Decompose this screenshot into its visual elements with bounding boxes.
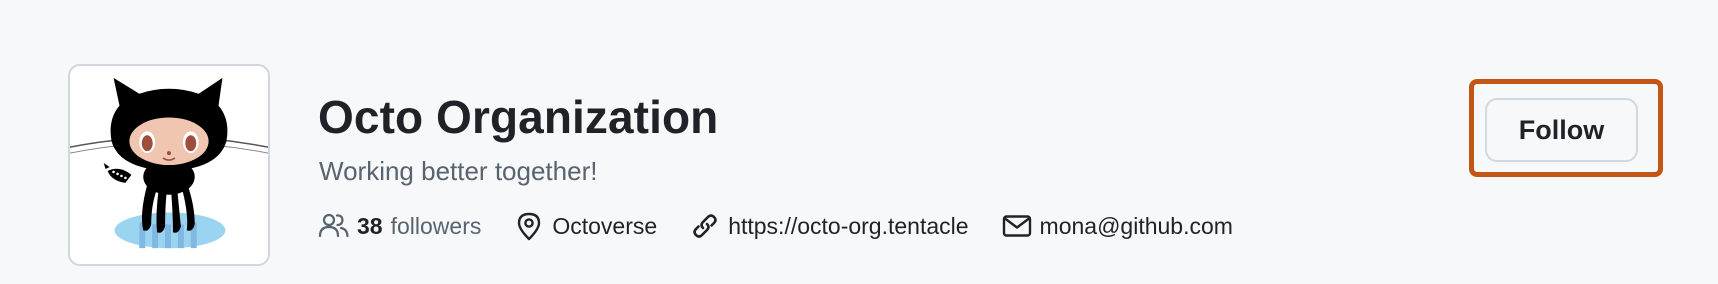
follow-button[interactable]: Follow bbox=[1485, 98, 1638, 162]
followers-count: 38 bbox=[357, 212, 383, 239]
octocat-logo-icon bbox=[70, 77, 268, 249]
followers-link[interactable]: 38 followers bbox=[318, 210, 481, 242]
org-profile-header: Octo Organization Working better togethe… bbox=[0, 0, 1718, 284]
website-link[interactable]: https://octo-org.tentacle bbox=[689, 210, 969, 242]
people-icon bbox=[318, 210, 350, 242]
website-url: https://octo-org.tentacle bbox=[728, 212, 969, 239]
email-address: mona@github.com bbox=[1039, 212, 1233, 239]
link-icon bbox=[689, 210, 721, 242]
followers-label: followers bbox=[390, 212, 482, 239]
location-item: Octoverse bbox=[513, 210, 657, 242]
email-link[interactable]: mona@github.com bbox=[1001, 210, 1233, 242]
mail-icon bbox=[1001, 210, 1033, 242]
location-pin-icon bbox=[513, 210, 545, 242]
org-meta-list: 38 followers Octoverse https://octo-org. bbox=[318, 208, 1233, 244]
org-description: Working better together! bbox=[319, 156, 598, 186]
org-name: Octo Organization bbox=[318, 91, 719, 143]
location-text: Octoverse bbox=[552, 212, 658, 239]
org-avatar[interactable] bbox=[68, 64, 270, 266]
